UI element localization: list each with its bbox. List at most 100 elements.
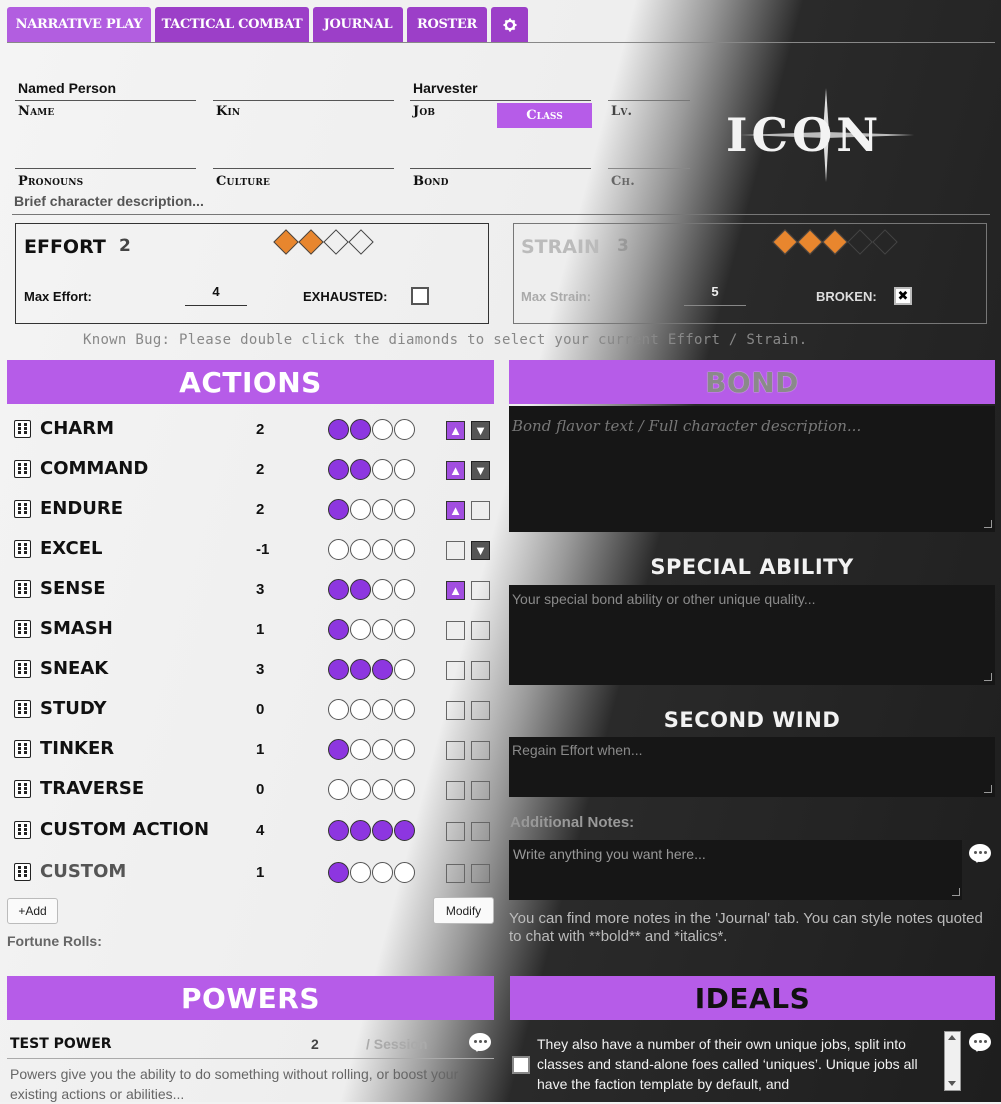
diamond-pip[interactable] [847, 229, 873, 255]
arrow-down-icon[interactable]: ▼ [471, 541, 490, 560]
chat-bubble-icon[interactable] [969, 1033, 991, 1052]
action-name[interactable]: COMMAND [40, 458, 148, 479]
action-rating-dot[interactable] [372, 419, 393, 440]
action-rating-dot[interactable] [372, 499, 393, 520]
arrow-up-icon[interactable] [446, 781, 465, 800]
arrow-up-icon[interactable] [446, 661, 465, 680]
broken-checkbox[interactable]: ✖ [894, 287, 912, 305]
tab-tactical-combat[interactable]: TACTICAL COMBAT [155, 7, 309, 42]
arrow-up-icon[interactable] [446, 822, 465, 841]
ideal-checkbox[interactable] [512, 1056, 530, 1074]
action-rating-dot[interactable] [350, 619, 371, 640]
power-count[interactable]: 2 [311, 1036, 319, 1052]
action-rating-dot[interactable] [350, 459, 371, 480]
action-rating-dot[interactable] [350, 820, 371, 841]
arrow-down-icon[interactable] [471, 581, 490, 600]
exhausted-checkbox[interactable] [411, 287, 429, 305]
diamond-pip[interactable] [822, 229, 848, 255]
action-rating-dot[interactable] [328, 699, 349, 720]
diamond-pip[interactable] [298, 229, 324, 255]
action-value[interactable]: 1 [256, 741, 264, 758]
action-name[interactable]: TRAVERSE [40, 778, 144, 799]
action-rating-dot[interactable] [328, 579, 349, 600]
action-rating-dot[interactable] [394, 659, 415, 680]
modify-actions-button[interactable]: Modify [433, 897, 494, 924]
action-value[interactable]: -1 [256, 541, 269, 558]
add-action-button[interactable]: +Add [7, 898, 58, 924]
arrow-up-icon[interactable] [446, 541, 465, 560]
action-rating-dot[interactable] [328, 779, 349, 800]
arrow-up-icon[interactable]: ▲ [446, 421, 465, 440]
diamond-pip[interactable] [273, 229, 299, 255]
action-rating-dot[interactable] [328, 862, 349, 883]
action-rating-dot[interactable] [394, 779, 415, 800]
arrow-down-icon[interactable] [471, 864, 490, 883]
action-rating-dot[interactable] [350, 862, 371, 883]
max-strain-input[interactable]: 5 [684, 284, 746, 306]
dice-icon[interactable] [14, 460, 31, 478]
action-rating-dot[interactable] [372, 539, 393, 560]
action-rating-dot[interactable] [328, 820, 349, 841]
ideal-text[interactable]: They also have a number of their own uni… [537, 1034, 932, 1102]
arrow-down-icon[interactable] [471, 501, 490, 520]
action-rating-dot[interactable] [350, 419, 371, 440]
action-rating-dot[interactable] [350, 659, 371, 680]
action-rating-dot[interactable] [372, 579, 393, 600]
scroll-down-icon[interactable] [948, 1081, 956, 1086]
diamond-pip[interactable] [872, 229, 898, 255]
action-name[interactable]: SENSE [40, 578, 106, 599]
power-name[interactable]: TEST POWER [10, 1036, 112, 1052]
action-value[interactable]: 1 [256, 864, 264, 881]
class-button[interactable]: Class [497, 103, 592, 128]
action-name[interactable]: CHARM [40, 418, 114, 439]
action-rating-dot[interactable] [394, 619, 415, 640]
action-rating-dot[interactable] [394, 699, 415, 720]
arrow-up-icon[interactable] [446, 701, 465, 720]
dice-icon[interactable] [14, 863, 31, 881]
dice-icon[interactable] [14, 540, 31, 558]
action-rating-dot[interactable] [328, 459, 349, 480]
action-rating-dot[interactable] [372, 659, 393, 680]
action-rating-dot[interactable] [394, 539, 415, 560]
strain-diamonds[interactable] [772, 229, 907, 255]
action-name[interactable]: CUSTOM ACTION [40, 819, 209, 840]
settings-tab[interactable] [491, 7, 528, 42]
arrow-down-icon[interactable] [471, 661, 490, 680]
dice-icon[interactable] [14, 580, 31, 598]
action-rating-dot[interactable] [394, 862, 415, 883]
arrow-up-icon[interactable] [446, 741, 465, 760]
action-rating-dot[interactable] [328, 619, 349, 640]
arrow-up-icon[interactable] [446, 864, 465, 883]
arrow-down-icon[interactable] [471, 621, 490, 640]
action-rating-dot[interactable] [394, 739, 415, 760]
resize-handle[interactable] [984, 520, 992, 528]
description-input[interactable]: Brief character description... [14, 193, 204, 209]
action-value[interactable]: 3 [256, 581, 264, 598]
action-rating-dot[interactable] [350, 779, 371, 800]
arrow-up-icon[interactable]: ▲ [446, 461, 465, 480]
tab-journal[interactable]: JOURNAL [313, 7, 403, 42]
arrow-down-icon[interactable]: ▼ [471, 421, 490, 440]
action-rating-dot[interactable] [394, 419, 415, 440]
action-rating-dot[interactable] [372, 779, 393, 800]
arrow-down-icon[interactable] [471, 822, 490, 841]
action-value[interactable]: 0 [256, 701, 264, 718]
action-name[interactable]: CUSTOM [40, 861, 126, 882]
dice-icon[interactable] [14, 821, 31, 839]
action-rating-dot[interactable] [372, 820, 393, 841]
action-rating-dot[interactable] [394, 459, 415, 480]
action-rating-dot[interactable] [328, 539, 349, 560]
action-rating-dot[interactable] [328, 499, 349, 520]
dice-icon[interactable] [14, 500, 31, 518]
arrow-up-icon[interactable]: ▲ [446, 581, 465, 600]
dice-icon[interactable] [14, 420, 31, 438]
effort-diamonds[interactable] [273, 229, 383, 255]
job-value[interactable]: Harvester [413, 80, 478, 96]
tab-narrative-play[interactable]: NARRATIVE PLAY [7, 7, 151, 42]
chat-bubble-icon[interactable] [469, 1033, 491, 1052]
action-rating-dot[interactable] [394, 579, 415, 600]
arrow-down-icon[interactable] [471, 781, 490, 800]
max-effort-input[interactable]: 4 [185, 284, 247, 306]
dice-icon[interactable] [14, 660, 31, 678]
diamond-pip[interactable] [323, 229, 349, 255]
